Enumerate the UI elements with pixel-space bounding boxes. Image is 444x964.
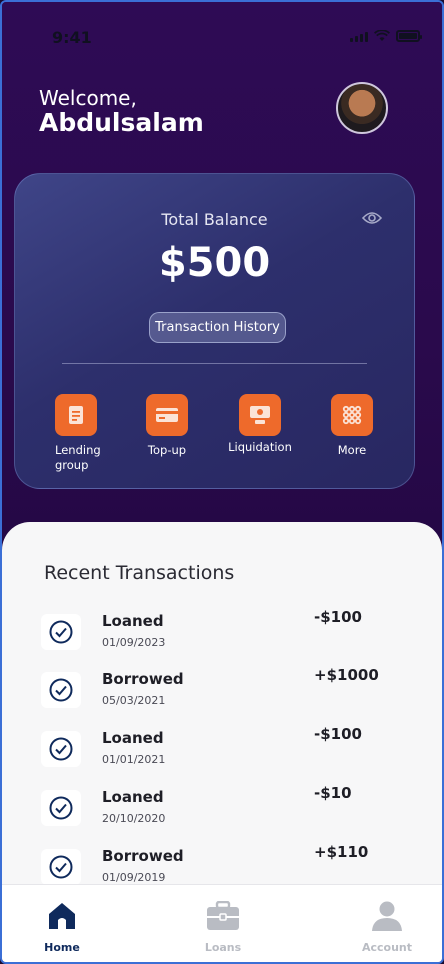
- nav-home[interactable]: Home: [22, 899, 102, 954]
- app-frame: 9:41 Welcome, Abdulsalam Total Balance $…: [0, 0, 444, 964]
- transaction-amount: -$100: [314, 608, 362, 626]
- transaction-type: Borrowed: [102, 847, 184, 865]
- transaction-row[interactable]: Loaned 20/10/2020 -$10: [41, 784, 421, 828]
- person-icon: [347, 899, 427, 933]
- welcome-text: Welcome,: [39, 86, 137, 110]
- action-more[interactable]: More: [312, 394, 392, 458]
- balance-amount: $500: [158, 240, 271, 286]
- action-label: More: [337, 443, 367, 457]
- transaction-date: 01/01/2021: [102, 753, 166, 766]
- action-lending-group[interactable]: Lending group: [36, 394, 116, 473]
- status-icons: [350, 30, 422, 42]
- avatar[interactable]: [336, 82, 388, 134]
- grid-icon: [331, 394, 373, 436]
- check-circle-icon: [41, 614, 81, 650]
- transaction-date: 05/03/2021: [102, 694, 166, 707]
- transaction-type: Loaned: [102, 788, 164, 806]
- cash-icon: [239, 394, 281, 436]
- transaction-history-button[interactable]: Transaction History: [149, 312, 286, 343]
- nav-account[interactable]: Account: [347, 899, 427, 954]
- card-divider: [62, 363, 367, 364]
- check-circle-icon: [41, 790, 81, 826]
- nav-label: Home: [44, 941, 80, 954]
- wifi-icon: [374, 30, 390, 41]
- nav-label: Loans: [204, 941, 242, 954]
- transaction-date: 01/09/2019: [102, 871, 166, 884]
- transaction-type: Loaned: [102, 612, 164, 630]
- document-icon: [55, 394, 97, 436]
- briefcase-icon: [183, 899, 263, 933]
- transaction-date: 01/09/2023: [102, 636, 166, 649]
- transaction-row[interactable]: Loaned 01/01/2021 -$100: [41, 725, 421, 769]
- balance-label: Total Balance: [161, 210, 268, 229]
- nav-label: Account: [361, 941, 413, 954]
- card-icon: [146, 394, 188, 436]
- status-bar: 9:41: [2, 2, 442, 62]
- transaction-row[interactable]: Borrowed 01/09/2019 +$110: [41, 843, 421, 887]
- check-circle-icon: [41, 849, 81, 885]
- header-background: 9:41 Welcome, Abdulsalam Total Balance $…: [2, 2, 442, 562]
- recent-transactions-title: Recent Transactions: [44, 562, 235, 584]
- action-label: Liquidation: [228, 440, 292, 454]
- action-liquidation[interactable]: Liquidation: [220, 394, 300, 455]
- balance-card: Total Balance $500 Transaction History L…: [14, 173, 415, 489]
- transaction-amount: -$100: [314, 725, 362, 743]
- transaction-row[interactable]: Borrowed 05/03/2021 +$1000: [41, 666, 421, 710]
- battery-icon: [396, 30, 422, 42]
- signal-icon: [350, 32, 368, 42]
- home-icon: [22, 899, 102, 933]
- check-circle-icon: [41, 731, 81, 767]
- action-label: Lending group: [55, 443, 101, 472]
- nav-loans[interactable]: Loans: [183, 899, 263, 954]
- action-label: Top-up: [147, 443, 187, 457]
- status-time: 9:41: [52, 28, 92, 47]
- transaction-amount: +$110: [314, 843, 369, 861]
- transaction-amount: +$1000: [314, 666, 379, 684]
- transaction-type: Loaned: [102, 729, 164, 747]
- eye-icon[interactable]: [362, 211, 382, 225]
- transaction-amount: -$10: [314, 784, 352, 802]
- transaction-type: Borrowed: [102, 670, 184, 688]
- check-circle-icon: [41, 672, 81, 708]
- bottom-navigation: Home Loans Account: [2, 884, 442, 962]
- user-name: Abdulsalam: [39, 108, 204, 137]
- transaction-date: 20/10/2020: [102, 812, 166, 825]
- transaction-row[interactable]: Loaned 01/09/2023 -$100: [41, 608, 421, 652]
- action-top-up[interactable]: Top-up: [127, 394, 207, 458]
